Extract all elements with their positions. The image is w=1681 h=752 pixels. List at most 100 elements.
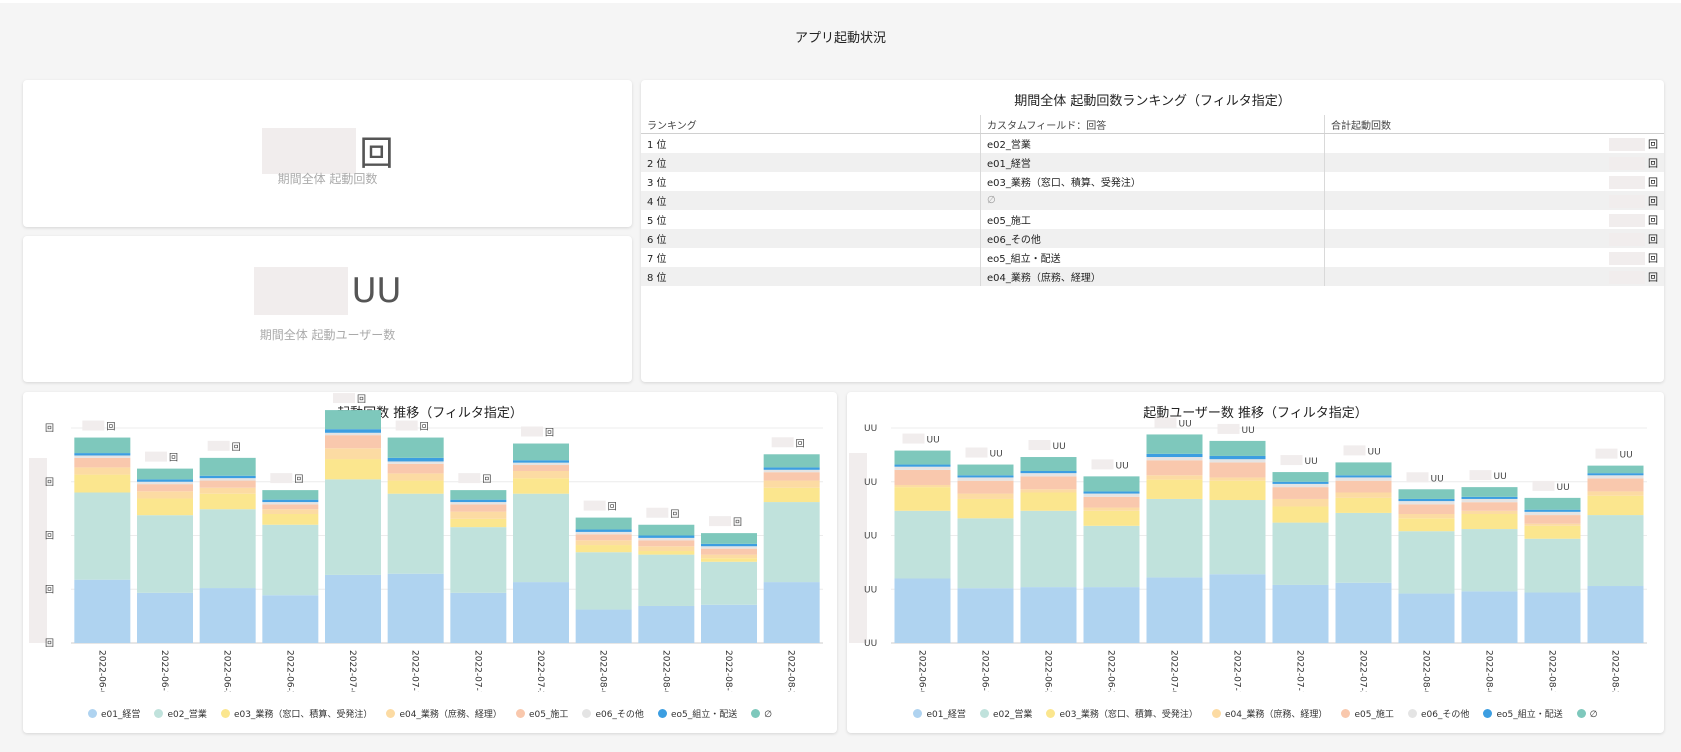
bar-segment[interactable] (1083, 510, 1140, 526)
bar-segment[interactable] (1524, 497, 1581, 510)
bar-segment[interactable] (387, 480, 444, 494)
bar-segment[interactable] (1146, 577, 1203, 643)
bar-segment[interactable] (1335, 477, 1392, 481)
bar-segment[interactable] (1272, 498, 1329, 507)
bar-segment[interactable] (262, 595, 319, 643)
bar-segment[interactable] (199, 588, 256, 643)
bar-segment[interactable] (763, 487, 820, 503)
bar-segment[interactable] (199, 487, 256, 494)
bar-segment[interactable] (1335, 462, 1392, 476)
bar-segment[interactable] (199, 475, 256, 479)
table-row[interactable]: 3 位 e03_業務（窓口、積算、受発注） 回 (641, 172, 1664, 191)
bar-segment[interactable] (387, 461, 444, 464)
bar-segment[interactable] (1209, 440, 1266, 456)
bar-segment[interactable] (199, 509, 256, 589)
bar-segment[interactable] (1146, 453, 1203, 458)
table-row[interactable]: 5 位 e05_施工 回 (641, 210, 1664, 229)
bar-segment[interactable] (513, 582, 569, 643)
legend-item[interactable]: e03_業務（窓口、積算、受発注） (1046, 707, 1198, 720)
bar-segment[interactable] (1020, 457, 1077, 471)
bar-segment[interactable] (638, 537, 695, 541)
bar-segment[interactable] (325, 410, 381, 430)
bar-segment[interactable] (74, 455, 131, 458)
bar-segment[interactable] (701, 604, 757, 643)
bar-segment[interactable] (763, 502, 820, 583)
bar-segment[interactable] (894, 578, 951, 644)
bar-segment[interactable] (1461, 510, 1518, 514)
column-header-total[interactable]: 合計起動回数 (1324, 115, 1664, 134)
bar-segment[interactable] (1209, 500, 1266, 575)
bar-segment[interactable] (1524, 525, 1581, 539)
bar-segment[interactable] (137, 484, 193, 492)
bar-segment[interactable] (1209, 480, 1266, 501)
bar-segment[interactable] (957, 477, 1014, 481)
bar-segment[interactable] (1146, 460, 1203, 476)
bar-segment[interactable] (1209, 462, 1266, 478)
bar-segment[interactable] (262, 502, 319, 505)
bar-segment[interactable] (1461, 498, 1518, 503)
legend-item[interactable]: e02_営業 (979, 707, 1032, 720)
bar-segment[interactable] (1335, 480, 1392, 493)
legend-item[interactable]: e02_営業 (154, 707, 207, 720)
bar-segment[interactable] (1524, 509, 1581, 512)
bar-segment[interactable] (638, 540, 695, 547)
table-row[interactable]: 1 位 e02_営業 回 (641, 133, 1664, 153)
bar-segment[interactable] (137, 468, 193, 480)
bar-segment[interactable] (894, 464, 951, 467)
bar-segment[interactable] (1020, 476, 1077, 490)
column-header-answer[interactable]: カスタムフィールド：回答 (980, 115, 1325, 134)
bar-segment[interactable] (513, 443, 569, 461)
bar-segment[interactable] (763, 469, 820, 473)
bar-segment[interactable] (137, 515, 193, 593)
bar-segment[interactable] (1020, 471, 1077, 474)
bar-segment[interactable] (894, 450, 951, 465)
bar-segment[interactable] (701, 554, 757, 559)
bar-segment[interactable] (199, 493, 256, 510)
bar-segment[interactable] (701, 546, 757, 549)
bar-segment[interactable] (957, 518, 1014, 589)
bar-segment[interactable] (450, 511, 507, 519)
bar-segment[interactable] (1398, 489, 1455, 499)
bar-segment[interactable] (1272, 472, 1329, 482)
bar-segment[interactable] (763, 480, 820, 488)
bar-segment[interactable] (1398, 593, 1455, 643)
bar-segment[interactable] (1146, 475, 1203, 480)
bar-segment[interactable] (1524, 592, 1581, 643)
bar-segment[interactable] (638, 546, 695, 552)
legend-item[interactable]: e01_経営 (913, 707, 966, 720)
bar-segment[interactable] (387, 437, 444, 458)
table-row[interactable]: 8 位 e04_業務（庶務、経理） 回 (641, 267, 1664, 286)
legend-item[interactable]: e05_施工 (1341, 707, 1394, 720)
bar-segment[interactable] (450, 502, 507, 505)
bar-segment[interactable] (513, 462, 569, 466)
bar-segment[interactable] (1461, 496, 1518, 499)
bar-segment[interactable] (1461, 529, 1518, 592)
bar-segment[interactable] (638, 535, 695, 538)
bar-segment[interactable] (1272, 584, 1329, 643)
bar-segment[interactable] (513, 493, 569, 583)
bar-segment[interactable] (575, 552, 632, 610)
bar-segment[interactable] (450, 499, 507, 503)
bar-segment[interactable] (1398, 518, 1455, 532)
legend-item[interactable]: eo5_組立・配送 (1483, 707, 1563, 720)
bar-segment[interactable] (262, 509, 319, 514)
bar-segment[interactable] (513, 465, 569, 471)
bar-segment[interactable] (74, 467, 131, 475)
bar-segment[interactable] (199, 478, 256, 481)
legend-item[interactable]: e04_業務（庶務、経理） (1211, 707, 1327, 720)
bar-segment[interactable] (957, 588, 1014, 643)
bar-segment[interactable] (387, 473, 444, 481)
bar-segment[interactable] (74, 453, 131, 456)
bar-segment[interactable] (513, 471, 569, 479)
bar-segment[interactable] (638, 524, 695, 536)
bar-segment[interactable] (1587, 491, 1644, 496)
bar-segment[interactable] (1587, 495, 1644, 516)
bar-segment[interactable] (1020, 587, 1077, 643)
bar-segment[interactable] (575, 534, 632, 541)
bar-segment[interactable] (137, 592, 193, 643)
bar-segment[interactable] (575, 531, 632, 535)
bar-segment[interactable] (513, 460, 569, 463)
bar-segment[interactable] (325, 459, 381, 480)
bar-segment[interactable] (325, 429, 381, 433)
bar-segment[interactable] (894, 484, 951, 488)
